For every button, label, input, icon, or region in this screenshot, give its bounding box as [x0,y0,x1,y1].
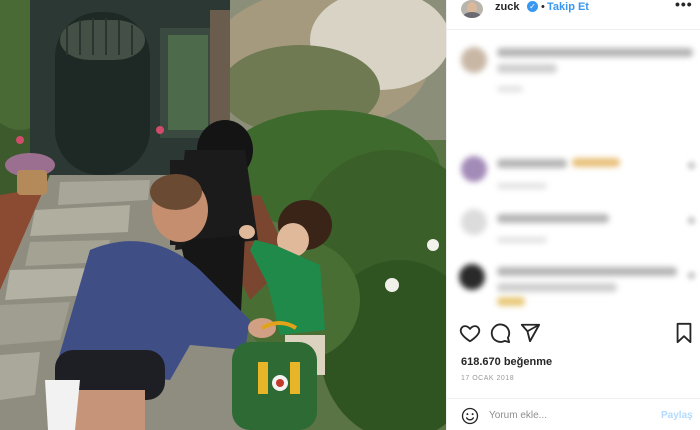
comment-text-blurred [497,267,677,276]
send-icon[interactable] [519,322,541,344]
comment-meta-blurred [497,183,547,189]
bookmark-icon[interactable] [673,322,695,344]
smile-icon[interactable] [461,407,479,425]
likes-count[interactable]: 618.670 beğenme [461,355,552,369]
comment-text-blurred [497,48,693,57]
comments-list [447,31,700,314]
avatar-shirt [463,12,481,18]
follow-button[interactable]: Takip Et [547,0,589,14]
comment-meta-blurred [497,237,547,243]
comment-avatar[interactable] [461,47,487,73]
comment-like-icon[interactable] [687,271,696,280]
post-panel: zuck ✓ • Takip Et ••• 618.670 beğenme 17… [446,0,700,430]
post-header: zuck ✓ • Takip Et ••• [447,0,700,30]
comment-emoji-blurred [497,297,525,306]
comment-text-blurred [497,64,557,73]
post-date[interactable]: 17 OCAK 2018 [461,374,514,384]
verified-badge-icon: ✓ [527,1,538,12]
action-bar [447,314,700,354]
comment-avatar[interactable] [459,264,485,290]
comment-meta-blurred [497,86,523,92]
comment-avatar[interactable] [461,156,487,182]
comment-like-icon[interactable] [687,161,696,170]
comment-like-icon[interactable] [687,216,696,225]
comment-text-blurred [497,283,617,292]
username-link[interactable]: zuck [495,0,519,14]
heart-icon[interactable] [459,322,481,344]
comment-icon[interactable] [489,322,511,344]
dot-separator: • [541,1,545,13]
comment-avatar[interactable] [461,209,487,235]
more-options-icon[interactable]: ••• [675,0,693,11]
comment-composer: Paylaş [447,398,700,430]
comment-emoji-blurred [572,158,620,167]
post-photo [0,0,446,430]
photo-scene [0,0,446,430]
comment-input[interactable] [489,406,649,424]
comment-text-blurred [497,214,609,223]
comment-text-blurred [497,159,567,168]
avatar[interactable] [461,0,483,18]
post-comment-button[interactable]: Paylaş [661,410,693,422]
